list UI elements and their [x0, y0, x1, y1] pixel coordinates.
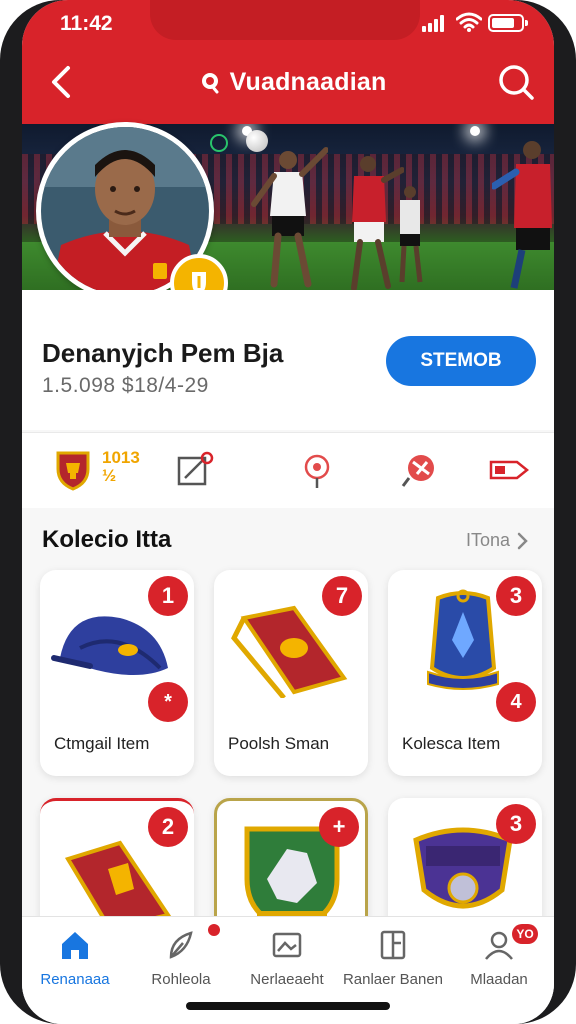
collection-card[interactable]: 7 Poolsh Sman: [214, 570, 368, 776]
card-label: Ctmgail Item: [54, 734, 150, 753]
app-logo-icon: [201, 73, 219, 94]
collection-card[interactable]: 3 4 Kolesca Item: [388, 570, 542, 776]
card-label: Kolesca Item: [402, 734, 501, 753]
chevron-right-icon: [517, 532, 528, 549]
card-action-badge[interactable]: *: [148, 682, 188, 722]
top-app-bar: 11:42 Vuadnaadian: [22, 0, 554, 124]
nav-label: Rohleola: [151, 971, 211, 988]
see-all-label: ITona: [466, 530, 511, 550]
document-icon: [380, 930, 406, 960]
nav-item-documents[interactable]: Ranlaer Banen: [340, 927, 446, 997]
stadium-light: [470, 126, 480, 136]
nav-item-gallery[interactable]: Nerlaeaeht: [234, 927, 340, 997]
profile-subtitle: 1.5.098 $18/4-29: [42, 374, 209, 397]
see-all-link[interactable]: ITona: [466, 530, 528, 551]
back-button[interactable]: [44, 62, 78, 102]
home-indicator[interactable]: [186, 1002, 390, 1010]
image-card-icon: [272, 932, 302, 958]
battery-icon: [488, 14, 528, 32]
signal-icon: [422, 14, 450, 32]
card-rank-badge: 7: [322, 576, 362, 616]
header-title-group: Vuadnaadian: [132, 62, 452, 102]
feather-pen-icon: [169, 931, 193, 959]
card-label: Poolsh Sman: [228, 734, 330, 753]
search-button[interactable]: [496, 62, 536, 102]
player-figure: [399, 186, 423, 283]
location-pin-icon[interactable]: [294, 447, 340, 493]
page-title: Vuadnaadian: [229, 67, 387, 96]
follow-button[interactable]: STEMOB: [386, 336, 536, 386]
collection-title: Kolecio Itta: [42, 526, 172, 553]
status-bar: 11:42: [22, 0, 554, 48]
status-ring-icon: [210, 134, 228, 152]
card-rank-badge: +: [319, 807, 359, 847]
whistle-icon[interactable]: [396, 447, 442, 493]
profile-icon: [485, 931, 513, 960]
nav-label: Renanaaa: [40, 971, 110, 988]
card-action-badge[interactable]: 4: [496, 682, 536, 722]
status-time: 11:42: [60, 12, 113, 35]
home-icon: [62, 932, 88, 959]
nav-label: Mlaadan: [470, 971, 528, 988]
wifi-icon: [456, 12, 482, 32]
collection-card[interactable]: 1 * Ctmgail Item: [40, 570, 194, 776]
ticket-icon[interactable]: [486, 447, 532, 493]
app-screen: 11:42 Vuadnaadian Denanyjch Pem Bja 1.5.…: [22, 0, 554, 1024]
trophy-shield-icon[interactable]: [50, 447, 96, 493]
stat-value: 1013 ½: [102, 448, 140, 485]
profile-badge: YO: [512, 924, 538, 944]
card-rank-badge: 3: [496, 576, 536, 616]
nav-item-feed[interactable]: Rohleola: [128, 927, 234, 997]
player-figure: [251, 147, 328, 288]
card-rank-badge: 2: [148, 807, 188, 847]
notch: [150, 0, 420, 40]
nav-label: Nerlaeaeht: [250, 971, 324, 988]
nav-item-home[interactable]: Renanaaa: [22, 927, 128, 997]
profile-name: Denanyjch Pem Bja: [42, 338, 284, 368]
notification-dot: [208, 924, 220, 936]
card-rank-badge: 3: [496, 804, 536, 844]
stats-row: 1013 ½: [22, 432, 554, 508]
profile-card: Denanyjch Pem Bja 1.5.098 $18/4-29 STEMO…: [22, 290, 554, 430]
card-rank-badge: 1: [148, 576, 188, 616]
edit-frame-icon[interactable]: [172, 447, 218, 493]
nav-label: Ranlaer Banen: [342, 971, 444, 988]
player-figure: [492, 141, 552, 289]
